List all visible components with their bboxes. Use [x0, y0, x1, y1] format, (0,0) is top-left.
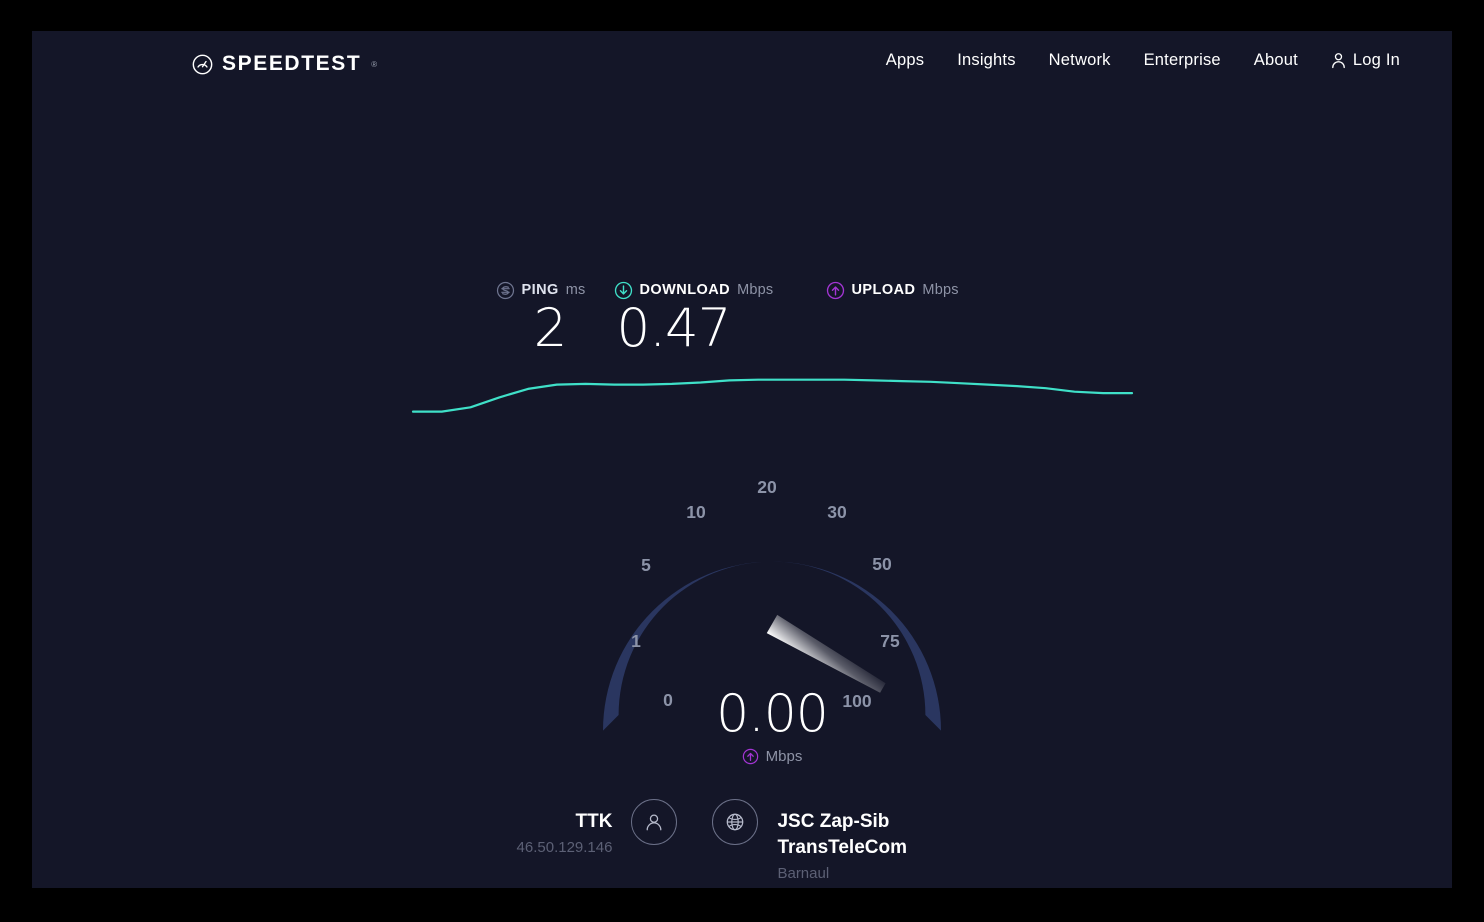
gauge-reading-value: 0.00 — [716, 684, 829, 744]
brand-wordmark: SPEEDTEST — [222, 52, 362, 75]
client-avatar-button[interactable] — [631, 799, 678, 845]
metric-ping-unit: ms — [565, 282, 586, 298]
metric-upload: UPLOAD Mbps — [826, 279, 1001, 357]
connection-info: TTK 46.50.129.146 JSC Zap-Sib TransTeleC… — [32, 799, 1452, 887]
metric-download-unit: Mbps — [737, 282, 774, 298]
client-isp-name: TTK — [575, 811, 613, 832]
client-info[interactable]: TTK 46.50.129.146 — [517, 799, 678, 861]
main-navigation: Apps Insights Network Enterprise About L… — [886, 51, 1400, 70]
metric-download: DOWNLOAD Mbps 0.47 — [614, 279, 814, 357]
brand-logo[interactable]: SPEEDTEST ® — [192, 52, 377, 76]
download-icon — [614, 281, 633, 300]
site-header: SPEEDTEST ® Apps Insights Network Enterp… — [32, 31, 1452, 101]
login-label: Log In — [1352, 51, 1400, 69]
gauge-tick-75: 75 — [880, 631, 900, 651]
server-location: Barnaul — [777, 865, 830, 882]
person-icon — [1331, 52, 1346, 69]
gauge-tick-1: 1 — [631, 631, 641, 651]
metric-ping-value: 2 — [533, 298, 568, 359]
nav-item-enterprise[interactable]: Enterprise — [1144, 51, 1221, 70]
nav-item-about[interactable]: About — [1254, 51, 1298, 70]
server-globe-button[interactable] — [712, 799, 759, 845]
upload-icon — [742, 748, 759, 765]
trace-line — [411, 378, 1134, 413]
gauge-readout: 0.00 Mbps — [577, 686, 967, 765]
metric-ping: PING ms 2 — [484, 279, 609, 357]
server-name: JSC Zap-Sib TransTeleCom — [777, 811, 907, 858]
metric-download-value: 0.47 — [616, 298, 731, 359]
gauge-tick-5: 5 — [641, 555, 651, 575]
speed-trace-chart — [410, 371, 1135, 416]
globe-icon — [724, 811, 746, 833]
nav-item-apps[interactable]: Apps — [886, 51, 924, 70]
brand-trademark: ® — [371, 59, 378, 69]
nav-item-insights[interactable]: Insights — [957, 51, 1015, 70]
ping-icon — [496, 281, 515, 300]
metric-download-label: DOWNLOAD — [639, 282, 731, 298]
speedtest-page: SPEEDTEST ® Apps Insights Network Enterp… — [32, 31, 1452, 888]
gauge-tick-50: 50 — [872, 554, 892, 574]
upload-icon — [826, 281, 845, 300]
metrics-row: PING ms 2 DOWNLOAD Mbps 0.47 UPLOAD Mbps — [32, 279, 1452, 357]
login-button[interactable]: Log In — [1331, 51, 1400, 70]
metric-upload-label: UPLOAD — [851, 282, 916, 298]
metric-ping-label: PING — [521, 282, 559, 298]
gauge-tick-30: 30 — [827, 502, 847, 522]
nav-item-network[interactable]: Network — [1049, 51, 1111, 70]
speedometer-icon — [192, 54, 213, 75]
client-ip-address: 46.50.129.146 — [516, 839, 613, 856]
server-info[interactable]: JSC Zap-Sib TransTeleCom Barnaul — [712, 799, 967, 887]
person-icon — [643, 811, 665, 833]
gauge-tick-20: 20 — [757, 477, 777, 497]
metric-upload-unit: Mbps — [922, 282, 959, 298]
gauge-tick-10: 10 — [686, 502, 706, 522]
gauge-reading-unit: Mbps — [765, 748, 803, 765]
